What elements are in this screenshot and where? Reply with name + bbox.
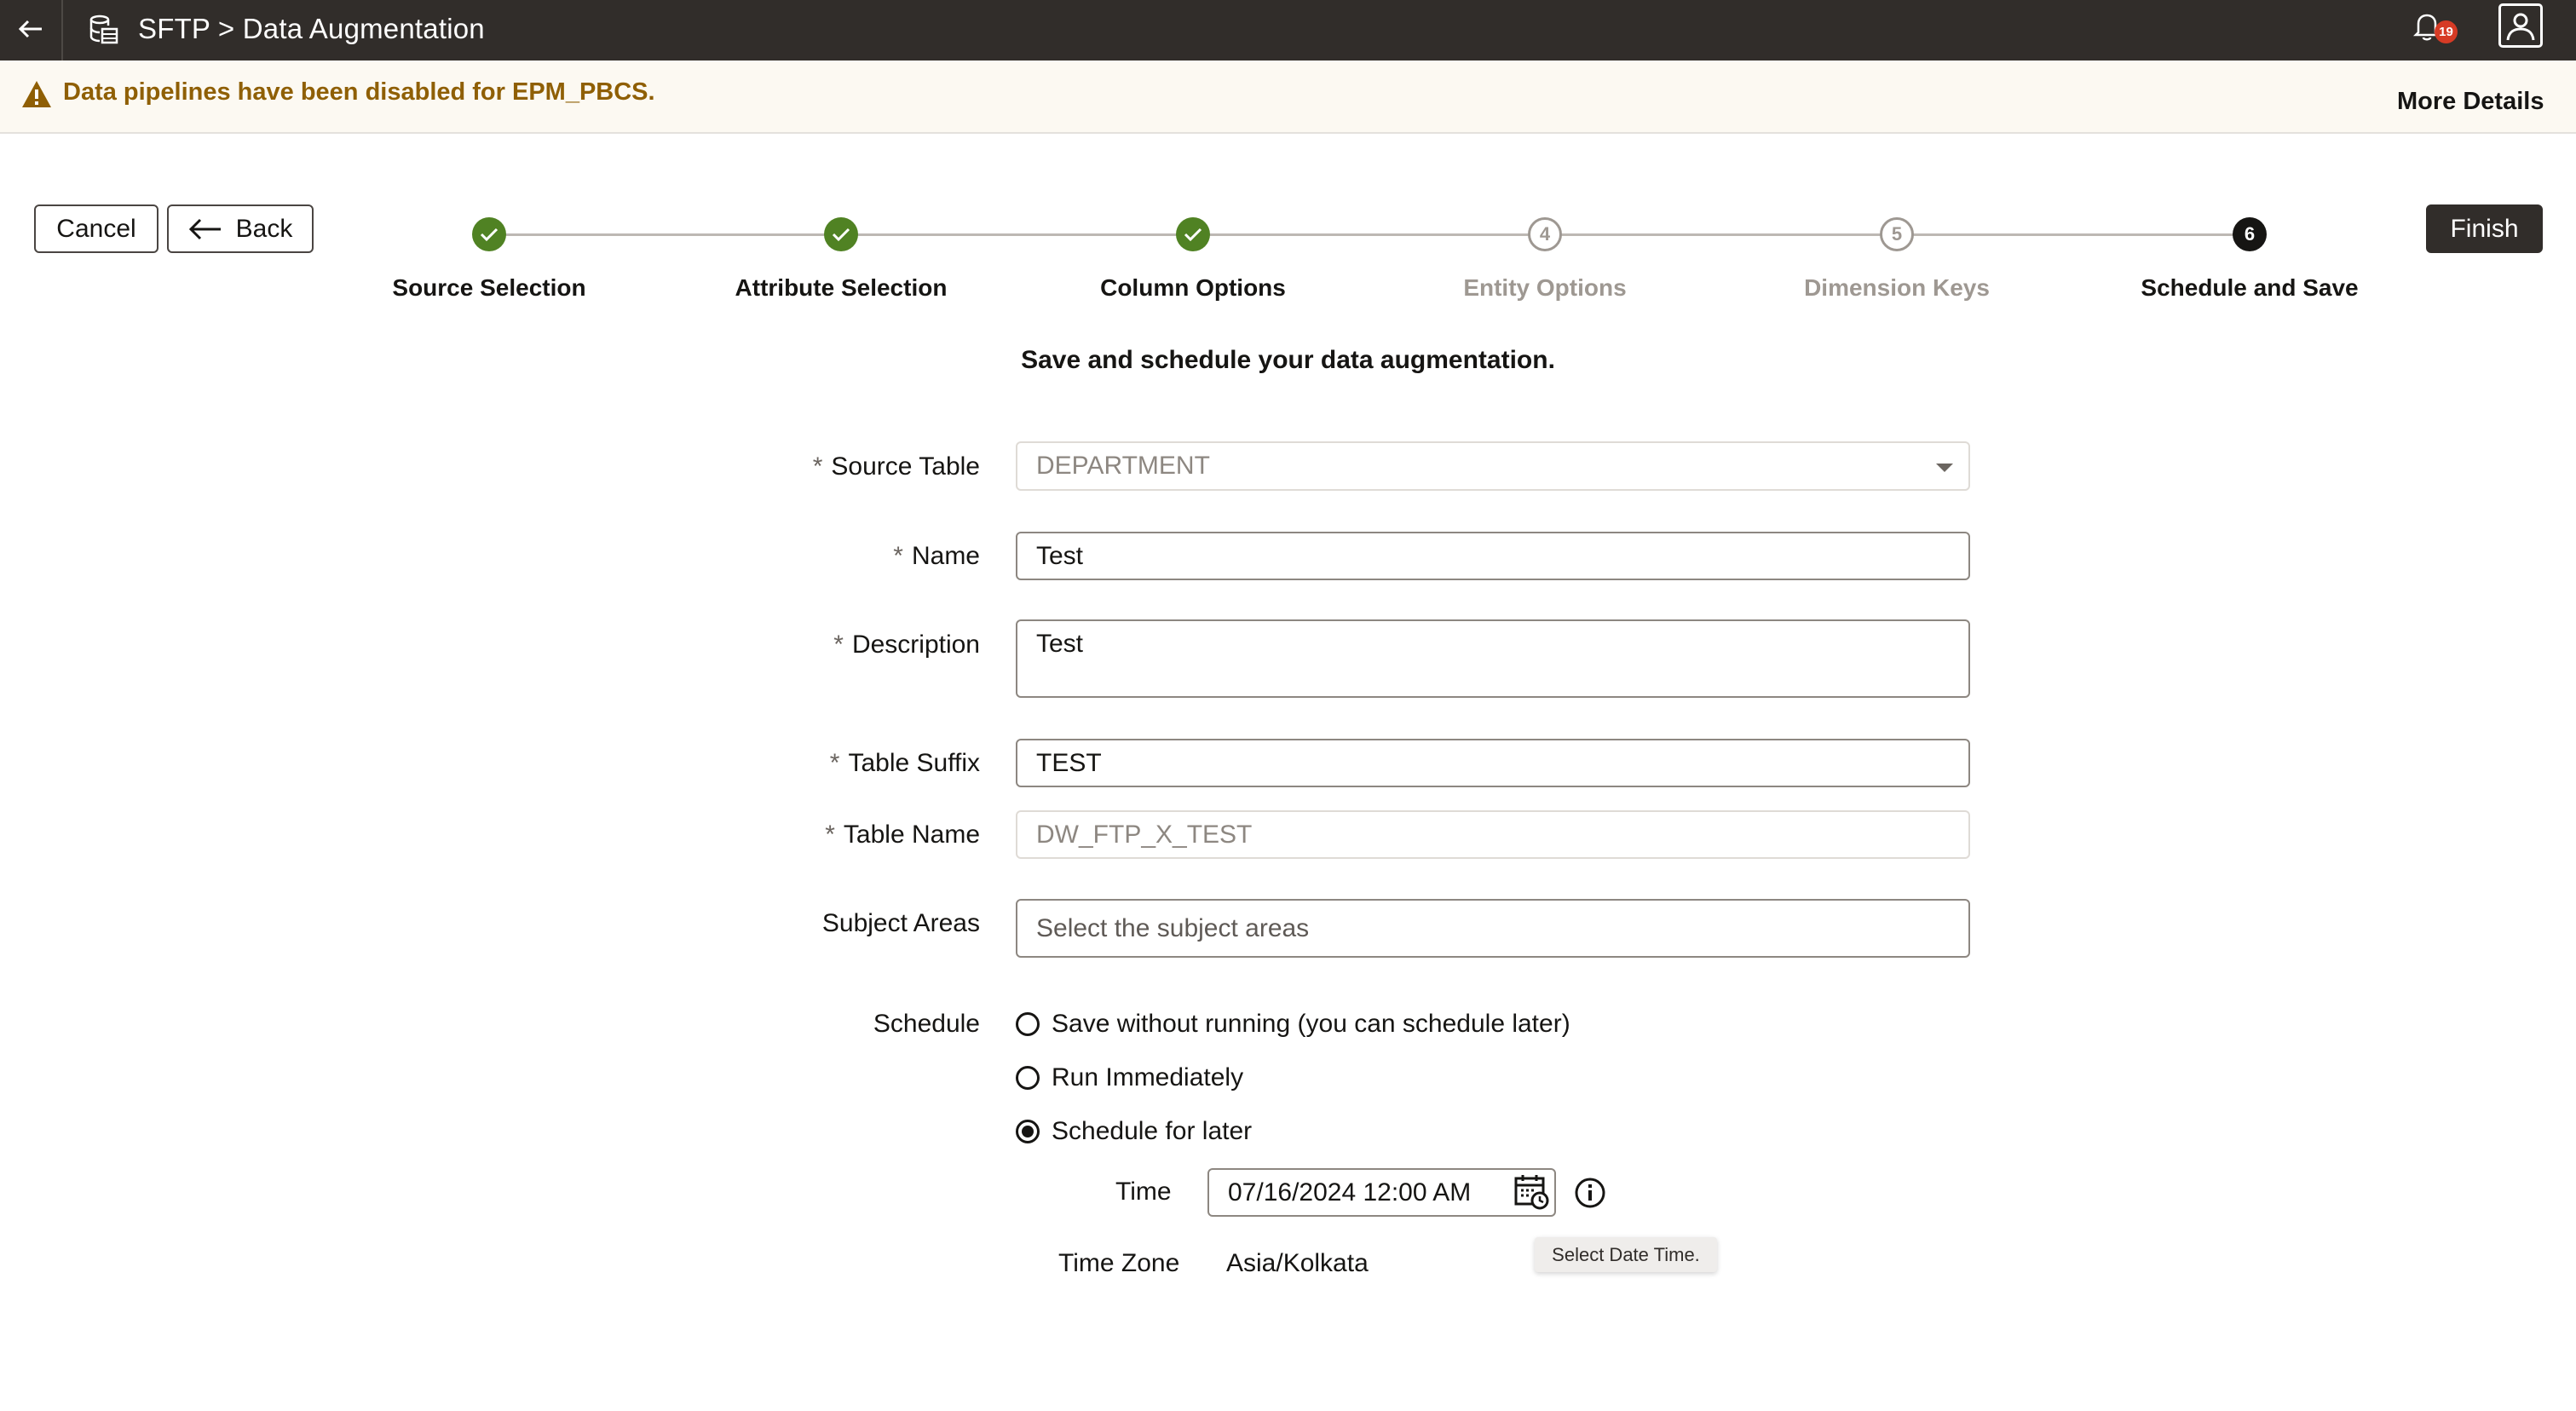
cancel-button[interactable]: Cancel [34,204,158,253]
more-details-link[interactable]: More Details [2397,84,2544,118]
radio-label: Run Immediately [1052,1063,1244,1091]
back-button-label: Back [235,214,293,243]
finish-button[interactable]: Finish [2426,204,2543,253]
timezone-label: Time Zone [1058,1249,1180,1277]
description-label: * Description [833,631,980,659]
notification-badge: 19 [2435,20,2458,43]
radio-button[interactable] [1016,1066,1040,1090]
date-time-tooltip: Select Date Time. [1535,1237,1717,1272]
header-divider [61,0,63,60]
banner-message: Data pipelines have been disabled for EP… [63,78,655,106]
step-2-label: Attribute Selection [735,274,948,301]
table-suffix-label: * Table Suffix [829,749,980,777]
info-icon[interactable] [1574,1177,1606,1209]
source-table-value: DEPARTMENT [1036,452,1210,480]
back-button[interactable]: Back [167,204,314,253]
source-table-select[interactable]: DEPARTMENT [1016,441,1970,491]
time-input[interactable]: 07/16/2024 12:00 AM [1207,1168,1556,1217]
schedule-label: Schedule [873,1010,980,1038]
step-4-number: 4 [1528,217,1562,251]
warning-banner: Data pipelines have been disabled for EP… [0,60,2576,134]
step-2-check-icon[interactable] [824,217,858,251]
time-label: Time [1115,1178,1172,1206]
step-3-check-icon[interactable] [1176,217,1210,251]
radio-save-without-running[interactable]: Save without running (you can schedule l… [1016,1007,1570,1041]
name-input[interactable]: Test [1016,532,1970,580]
database-icon [89,14,119,46]
app-header: SFTP > Data Augmentation 19 [0,0,2576,60]
step-1-check-icon[interactable] [472,217,506,251]
back-arrow-icon[interactable] [12,10,49,48]
radio-button[interactable] [1016,1012,1040,1036]
radio-schedule-for-later[interactable]: Schedule for later [1016,1114,1252,1149]
step-5-label: Dimension Keys [1804,274,1990,301]
step-1-label: Source Selection [392,274,586,301]
user-avatar-icon[interactable] [2498,3,2543,48]
radio-run-immediately[interactable]: Run Immediately [1016,1061,1243,1095]
table-name-label: * Table Name [825,821,980,849]
name-label: * Name [893,542,980,570]
step-5-number: 5 [1880,217,1914,251]
left-arrow-icon [188,218,221,239]
step-4-label: Entity Options [1463,274,1627,301]
table-name-input: DW_FTP_X_TEST [1016,810,1970,859]
section-subtitle: Save and schedule your data augmentation… [1021,346,1555,374]
subject-areas-label: Subject Areas [821,909,980,937]
warning-icon [20,79,53,110]
source-table-label: * Source Table [812,452,980,481]
table-suffix-input[interactable]: TEST [1016,739,1970,787]
stepper-track [489,233,2250,236]
timezone-value: Asia/Kolkata [1226,1249,1369,1277]
step-6-label: Schedule and Save [2141,274,2359,301]
calendar-clock-icon[interactable] [1513,1173,1551,1211]
chevron-down-icon [1936,464,1953,472]
radio-label: Schedule for later [1052,1117,1253,1145]
radio-label: Save without running (you can schedule l… [1052,1010,1570,1038]
radio-button-selected[interactable] [1016,1120,1040,1143]
step-6-number: 6 [2233,217,2267,251]
page-title: SFTP > Data Augmentation [138,13,485,44]
step-3-label: Column Options [1100,274,1286,301]
subject-areas-input[interactable]: Select the subject areas [1016,899,1970,958]
description-textarea[interactable]: Test [1016,619,1970,698]
